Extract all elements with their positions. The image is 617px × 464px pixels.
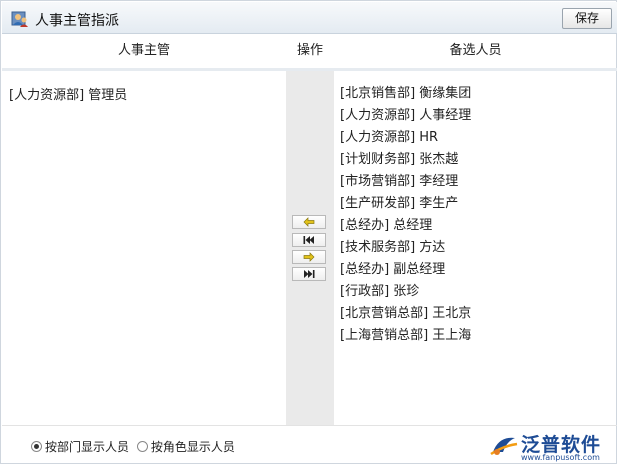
double-arrow-right-icon: [304, 270, 315, 278]
arrow-left-icon: [303, 217, 315, 227]
operation-column-header: 操作: [296, 43, 323, 58]
logo-url: www.fanpusoft.com: [521, 453, 600, 462]
candidate-item[interactable]: [上海营销总部] 王上海: [340, 325, 471, 347]
display-mode-group: 按部门显示人员 按角色显示人员: [31, 438, 239, 455]
dialog-frame: 人事主管指派 保存 人事主管 操作 备选人员 [人力资源部] 管理员 [北京销售…: [0, 0, 617, 464]
candidate-item[interactable]: [生产研发部] 李生产: [340, 193, 471, 215]
move-all-right-button[interactable]: [292, 267, 326, 281]
double-arrow-left-icon: [303, 236, 314, 244]
candidate-item[interactable]: [总经办] 总经理: [340, 215, 471, 237]
move-right-button[interactable]: [292, 250, 326, 264]
operation-panel: [286, 71, 334, 425]
candidates-list: [北京销售部] 衡缘集团 [人力资源部] 人事经理 [人力资源部] HR [计划…: [340, 83, 471, 347]
brand-logo: 泛普软件 www.fanpusoft.com: [489, 432, 614, 464]
candidate-item[interactable]: [北京营销总部] 王北京: [340, 303, 471, 325]
fanpu-logo-icon: [490, 437, 518, 456]
candidate-item[interactable]: [市场营销部] 李经理: [340, 171, 471, 193]
dialog-title: 人事主管指派: [35, 13, 119, 29]
by-department-label[interactable]: 按部门显示人员: [45, 440, 129, 454]
by-role-label[interactable]: 按角色显示人员: [151, 440, 235, 454]
footer-bar: 按部门显示人员 按角色显示人员 泛普软件 www.fanpusoft.com: [2, 425, 617, 464]
move-left-button[interactable]: [292, 215, 326, 229]
people-icon: [11, 10, 29, 28]
move-all-left-button[interactable]: [292, 233, 326, 247]
candidates-column-header: 备选人员: [449, 43, 502, 58]
title-bar: 人事主管指派 保存: [2, 2, 617, 34]
candidate-item[interactable]: [人力资源部] HR: [340, 127, 471, 149]
assigned-item[interactable]: [人力资源部] 管理员: [9, 85, 127, 107]
assigned-list: [人力资源部] 管理员: [9, 85, 127, 107]
assigned-column-header: 人事主管: [117, 43, 170, 58]
arrow-right-icon: [303, 252, 315, 262]
candidate-item[interactable]: [北京销售部] 衡缘集团: [340, 83, 471, 105]
candidate-item[interactable]: [行政部] 张珍: [340, 281, 471, 303]
candidate-item[interactable]: [总经办] 副总经理: [340, 259, 471, 281]
by-role-radio[interactable]: [136, 441, 148, 452]
save-button[interactable]: 保存: [562, 8, 612, 29]
by-department-radio[interactable]: [31, 441, 42, 452]
candidate-item[interactable]: [技术服务部] 方达: [340, 237, 471, 259]
candidate-item[interactable]: [计划财务部] 张杰越: [340, 149, 471, 171]
candidate-item[interactable]: [人力资源部] 人事经理: [340, 105, 471, 127]
